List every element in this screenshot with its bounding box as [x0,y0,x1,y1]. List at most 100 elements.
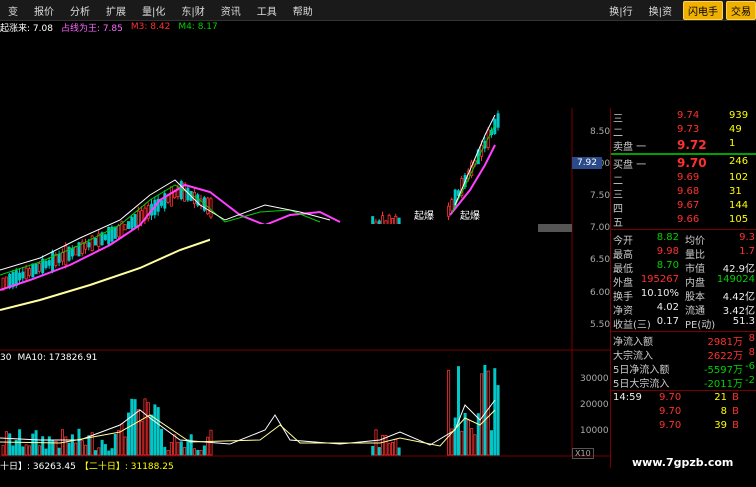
volume-legend-item-0: 30 [0,353,12,363]
legend-item-0: 起涨来: 7.08 [0,23,53,34]
flow-label: 5日大宗流入 [613,379,670,390]
volume-bar [143,398,147,456]
sell-price: 9.72 [677,138,707,152]
candle-body [18,272,22,281]
volume-bar [37,445,41,456]
volume-bar [206,436,210,456]
flash-trade-button[interactable]: 闪电手 [683,0,723,20]
stat-value: 9.3 [739,232,755,243]
candle-body [117,225,121,238]
volume-bar [8,433,12,456]
candle-body [209,198,213,218]
flow-value: 2981万 [707,337,743,348]
volume-bar [117,430,121,456]
buy-volume: 102 [729,172,749,183]
price-tick-label: 7.50 [590,191,611,201]
volume-bar [397,447,401,456]
menu-right-item-1[interactable]: 换|资 [641,3,680,18]
sell-volume: 49 [729,124,742,135]
trade-button[interactable]: 交易 [726,0,756,20]
sell-row[interactable]: 卖盘 一 9.72 1 [611,138,756,153]
stat-row: 外盘 195267 内盘 149024 [611,274,756,289]
volume-bar [493,368,497,456]
menu-item-6[interactable]: 资讯 [213,3,249,18]
price-tick-label: 6.00 [590,288,611,298]
stat-row: 今开 8.82 均价 9.3 [611,232,756,247]
volume-bar [463,412,467,456]
stat-row: 净资 4.02 流通 3.42亿 [611,302,756,317]
volume-bar [466,419,470,456]
flow-label: 5日净流入额 [613,365,670,376]
sell-price: 9.74 [677,110,700,121]
buy-row[interactable]: 买盘 一 9.70 246 [611,156,756,171]
tick-row: 9.70 39 B [611,420,756,434]
volume-bar [80,440,84,456]
candle-body [87,242,91,248]
flow-pct: -6 [745,361,755,372]
menu-item-1[interactable]: 报价 [26,3,62,18]
menu-item-4[interactable]: 量|化 [134,3,173,18]
buy-price: 9.69 [677,172,700,183]
stat-label: 今开 [613,236,633,247]
volume-bar [453,417,457,456]
menu-item-8[interactable]: 帮助 [285,3,321,18]
tick-price: 9.70 [659,392,682,403]
stat-label: 量比 [685,250,705,261]
candle-body [133,214,137,228]
stat-label: 净资 [613,306,633,317]
menu-item-2[interactable]: 分析 [62,3,98,18]
volume-bar [77,428,81,456]
tick-row: 9.70 8 B [611,406,756,420]
legend-item-2: M3: 8.42 [130,22,171,32]
volume-bar [169,442,173,456]
stat-label: 均价 [685,236,705,247]
tick-volume: 21 [714,392,727,403]
price-tick-label: 6.50 [590,255,611,265]
volume-bar [186,439,190,456]
buy-row[interactable]: 四 9.67 144 [611,200,756,215]
tick-price: 9.70 [659,420,682,431]
volume-bar [374,429,378,456]
sell-row[interactable]: 二 9.73 49 [611,124,756,139]
volume-bar [150,414,154,456]
flow-row: 5日净流入额 -5597万 -6 [611,361,756,376]
tick-time: 14:59 [613,392,642,403]
menu-item-0[interactable]: 变 [0,3,26,18]
volume-bar [486,370,490,456]
volume-bar [447,369,451,456]
stat-label: 最高 [613,250,633,261]
indicator-legend: 起涨来: 7.08 占线为王: 7.85 M3: 8.42 M4: 8.17 [0,20,226,34]
buy-row[interactable]: 五 9.66 105 [611,214,756,229]
volume-bar [173,434,177,456]
stat-row: 最低 8.70 市值 42.9亿 [611,260,756,275]
stat-value: 8.70 [656,260,679,271]
volume-bar [476,413,480,456]
volume-bar [87,435,91,456]
menu-item-3[interactable]: 扩展 [98,3,134,18]
candle-body [84,242,88,250]
volume-bar [103,444,107,456]
menu-item-7[interactable]: 工具 [249,3,285,18]
volume-bar [27,445,31,456]
volume-bar [183,447,187,456]
price-candles [1,110,500,291]
section-divider [611,390,756,391]
volume-bar [123,436,127,456]
scroll-thumb [538,224,572,232]
volume-ma-white [0,399,496,446]
volume-scale-button[interactable]: X10 [572,448,594,459]
buy-row[interactable]: 二 9.69 102 [611,172,756,187]
candle-body [61,252,65,262]
volume-bar [470,428,474,456]
volume-bar [179,441,183,456]
flow-pct: 8 [748,333,755,344]
menu-item-5[interactable]: 东|财 [173,3,212,18]
stat-value: 42.9亿 [722,264,755,275]
buy-volume: 246 [729,156,749,167]
volume-bar [176,441,180,456]
menu-right-item-0[interactable]: 换|行 [601,3,640,18]
buy-row[interactable]: 三 9.68 31 [611,186,756,201]
volume-bar [31,433,35,456]
order-book-divider [611,153,756,155]
sell-row[interactable]: 三 9.74 939 [611,110,756,125]
